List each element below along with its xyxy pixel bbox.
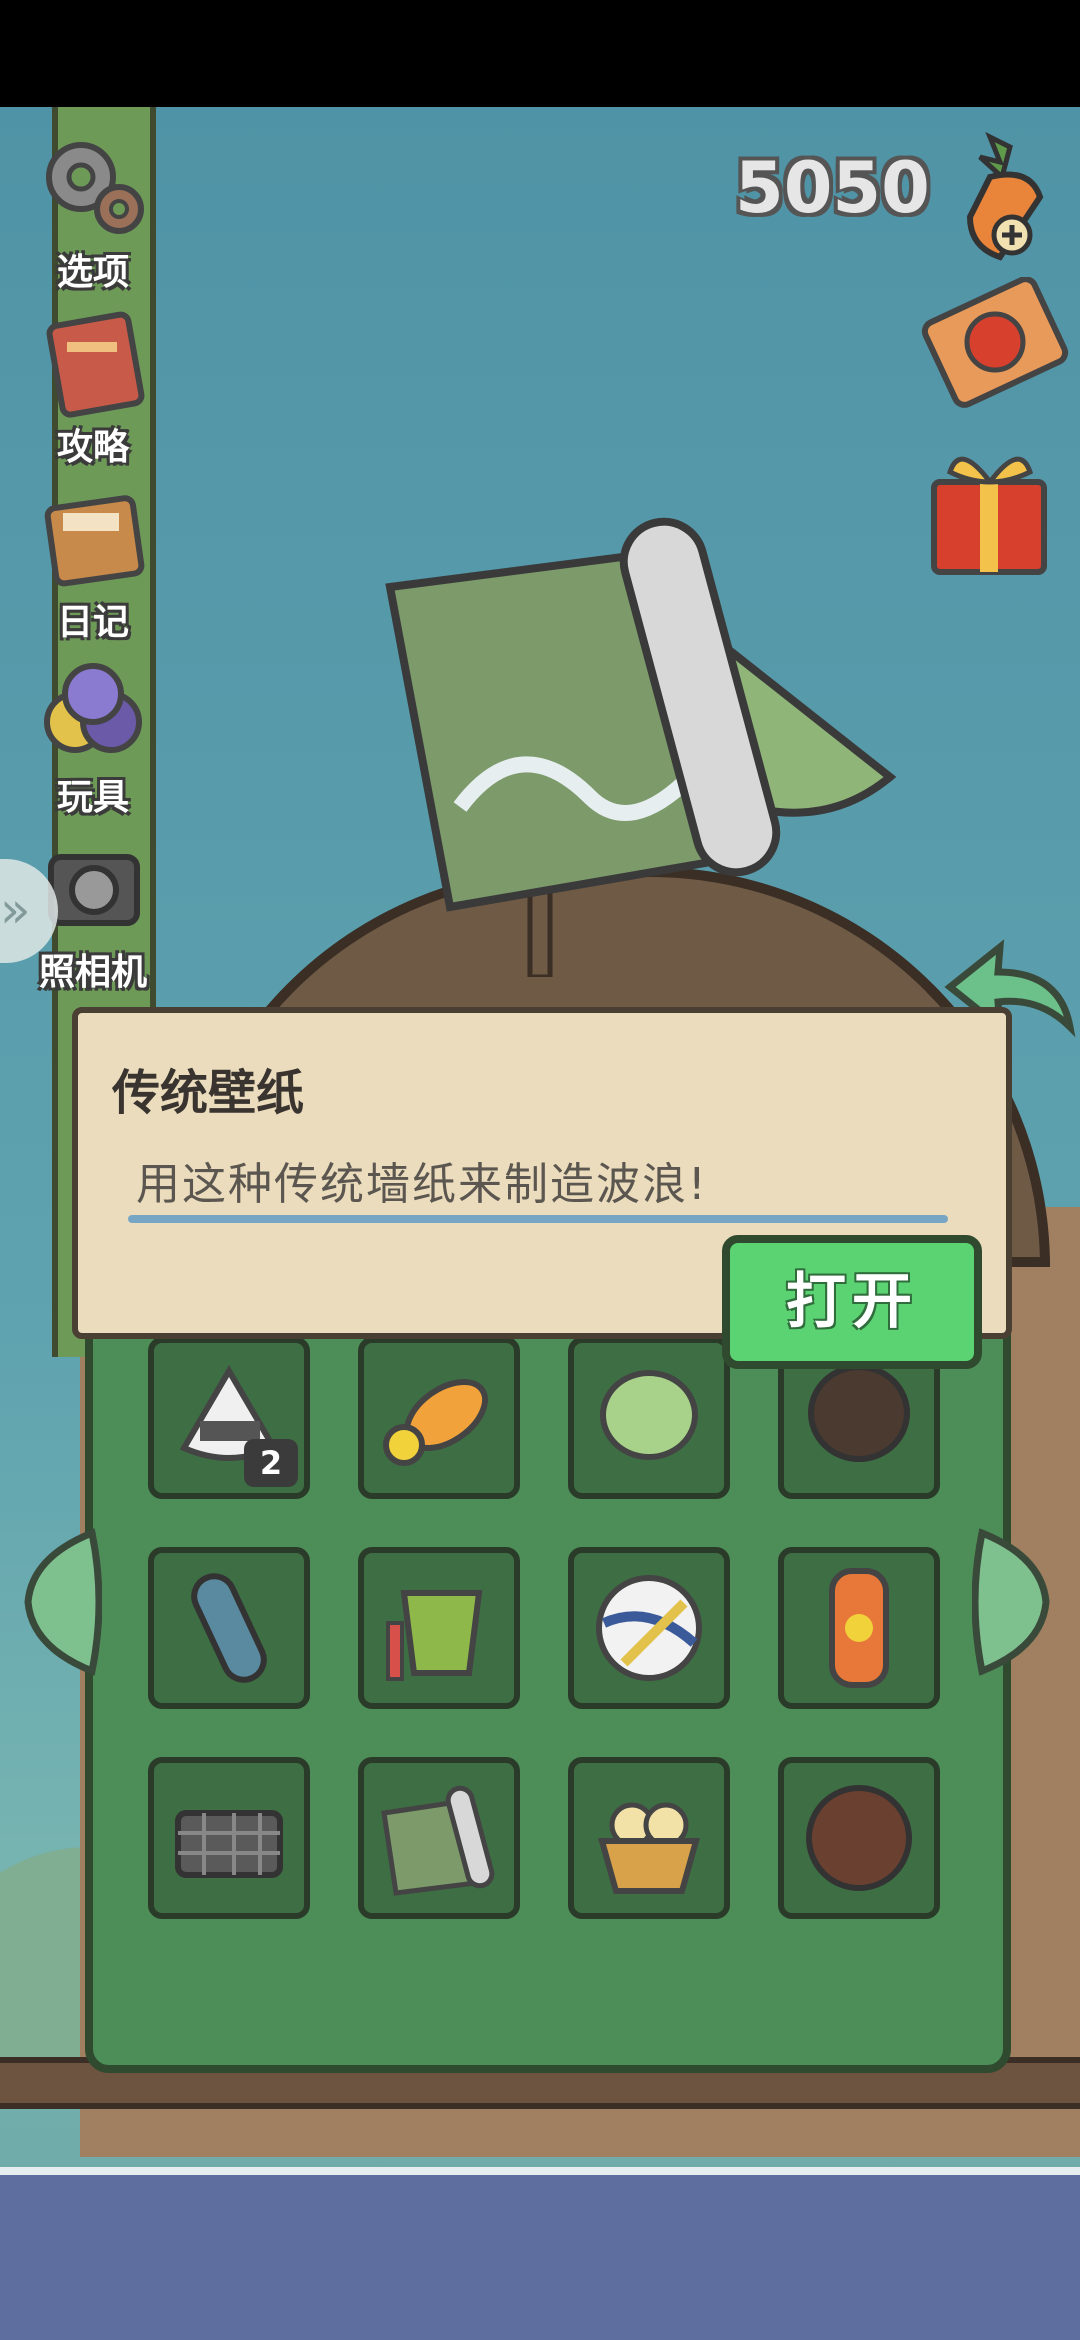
chevron-left-icon [24, 1528, 103, 1676]
sunscreen-icon [829, 1568, 889, 1688]
gear-icon [46, 142, 144, 234]
inventory-slot-traditional-wallpaper[interactable] [358, 1757, 520, 1919]
menu-item-options[interactable]: 选项 [18, 127, 168, 295]
gift-box-icon[interactable] [920, 442, 1060, 582]
guide-book-icon [46, 311, 145, 418]
menu-label: 选项 [56, 252, 129, 293]
coconut-husk-icon [808, 1364, 910, 1462]
inventory-slot-sunscreen[interactable] [778, 1547, 940, 1709]
duck-float-icon [383, 1378, 489, 1466]
ticket-icon[interactable] [915, 277, 1075, 417]
diary-icon [44, 495, 145, 587]
inventory-prev-button[interactable] [22, 1527, 103, 1677]
charcoal-icon [175, 1810, 283, 1878]
menu-label: 攻略 [56, 427, 129, 468]
coconut-icon [806, 1785, 912, 1891]
volleyball-icon [596, 1575, 702, 1681]
open-button[interactable]: 打开 [722, 1235, 982, 1369]
melon-bread-icon [600, 1370, 698, 1460]
wallpaper-icon [381, 1785, 495, 1896]
yoga-mat-icon [191, 1573, 267, 1683]
wallpaper-flag-decoration [385, 517, 897, 977]
menu-item-guide[interactable]: 攻略 [18, 302, 168, 470]
menu-label: 照相机 [38, 952, 147, 993]
menu-item-diary[interactable]: 日记 [18, 477, 168, 645]
add-carrot-button[interactable] [950, 127, 1070, 267]
item-title: 传统壁纸 [112, 1065, 305, 1121]
menu-label: 日记 [56, 602, 129, 643]
menu-label: 玩具 [56, 777, 129, 818]
inventory-slot-sand-bucket[interactable] [358, 1547, 520, 1709]
double-chevron-right-icon: » [0, 881, 31, 939]
inventory-slot-melon-bread[interactable] [568, 1337, 730, 1499]
sand-bucket-icon [386, 1590, 483, 1681]
menu-item-toys[interactable]: 玩具 [18, 652, 168, 820]
item-count-badge: 2 [244, 1439, 298, 1487]
inventory-slot-ice-cream-basket[interactable] [568, 1757, 730, 1919]
water [0, 2167, 1080, 2340]
inventory-slot-volleyball[interactable] [568, 1547, 730, 1709]
chevron-right-icon [971, 1528, 1050, 1676]
inventory-slot-duck-float[interactable] [358, 1337, 520, 1499]
item-description: 用这种传统墙纸来制造波浪! [136, 1159, 708, 1210]
status-bar [0, 0, 1080, 107]
inventory-slot-coconut[interactable] [778, 1757, 940, 1919]
game-scene: 选项 攻略 日记 玩具 照相机 » 5050 2 传统壁纸 用这种传统墙纸来制造… [0, 107, 1080, 2340]
inventory-slot-charcoal[interactable] [148, 1757, 310, 1919]
inventory-next-button[interactable] [971, 1527, 1052, 1677]
inventory-slot-onigiri[interactable]: 2 [148, 1337, 310, 1499]
ice-cream-basket-icon [598, 1802, 700, 1894]
carrot-counter: 5050 [735, 147, 930, 229]
toys-icon [44, 663, 142, 753]
description-underline [128, 1215, 948, 1223]
inventory-slot-yoga-mat[interactable] [148, 1547, 310, 1709]
